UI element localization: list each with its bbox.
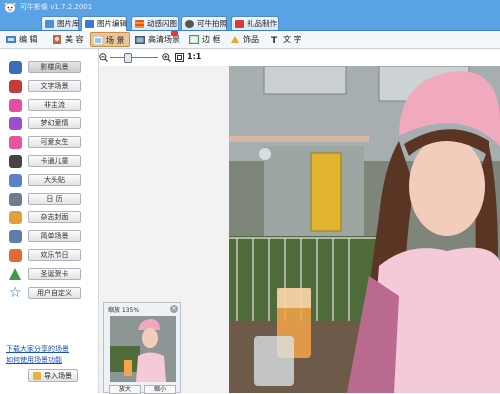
category-button[interactable]: 用户自定义: [28, 286, 81, 299]
category-item[interactable]: 影楼风景: [3, 59, 97, 77]
tool-text[interactable]: T 文 字: [268, 32, 308, 47]
christmas-tree-icon: [9, 267, 21, 280]
category-button[interactable]: 欢乐节日: [28, 249, 81, 261]
tab-label: 礼品制作: [247, 19, 277, 28]
category-button[interactable]: 圣诞贺卡: [28, 267, 81, 280]
hd-scene-icon: [135, 36, 145, 44]
simple-scene-icon: [9, 230, 22, 244]
actual-size-button[interactable]: 1:1: [187, 52, 201, 61]
tool-beauty[interactable]: 美 容: [50, 32, 88, 47]
category-button[interactable]: 杂志封面: [28, 211, 81, 224]
category-item[interactable]: 大头贴: [3, 172, 97, 190]
category-button[interactable]: 卡通儿童: [28, 155, 81, 167]
category-button[interactable]: 大头贴: [28, 173, 81, 186]
star-icon: ☆: [9, 284, 22, 301]
tool-frame[interactable]: 边 框: [187, 32, 225, 47]
app-title: 可牛影像 v1.7.2.2001: [20, 3, 93, 11]
fit-window-icon[interactable]: [175, 53, 184, 62]
main-tab-bar: 图片库 图片编辑 动感闪图 可牛拍照 礼品制作: [0, 14, 500, 31]
scene-icon: [93, 36, 103, 45]
zoom-bar: 1:1: [99, 49, 500, 66]
tab-label: 图片库: [57, 19, 80, 28]
edited-photo: [229, 66, 500, 393]
beauty-icon: [53, 35, 61, 44]
heart-icon: [9, 117, 22, 131]
category-button[interactable]: 影楼风景: [28, 61, 81, 73]
download-shared-scenes-link[interactable]: 下载大家分享的场景: [6, 344, 69, 354]
tab-flash-image[interactable]: 动感闪图: [131, 16, 179, 30]
tool-label: 美 容: [65, 35, 84, 44]
category-item[interactable]: 非主流: [3, 97, 97, 115]
category-item[interactable]: 文字场景: [3, 78, 97, 96]
category-item[interactable]: 杂志封面: [3, 209, 97, 227]
tab-gift[interactable]: 礼品制作: [231, 16, 279, 30]
category-button[interactable]: 非主流: [28, 98, 81, 111]
tool-edit[interactable]: 编 辑: [4, 32, 44, 47]
portrait-icon: [9, 61, 22, 74]
zoom-slider-handle[interactable]: [124, 53, 132, 63]
title-bar: 可牛影像 v1.7.2.2001: [0, 0, 500, 14]
category-item[interactable]: 欢乐节日: [3, 247, 97, 265]
import-scene-button[interactable]: 导入场景: [28, 369, 78, 382]
scene-help-link[interactable]: 如何使用场景功能: [6, 355, 62, 365]
category-item[interactable]: 卡通儿童: [3, 153, 97, 171]
photo-sticker-icon: [9, 173, 22, 187]
flash-image-icon: [135, 20, 144, 28]
tool-label: 文 字: [283, 35, 302, 44]
tab-image-edit[interactable]: 图片编辑: [81, 16, 127, 31]
tab-image-library[interactable]: 图片库: [41, 16, 80, 30]
camera-icon: [185, 20, 194, 28]
new-badge-icon: [171, 31, 178, 36]
tab-label: 图片编辑: [97, 19, 127, 28]
text-scene-icon: [9, 79, 22, 93]
gift-icon: [235, 20, 244, 28]
svg-text:T: T: [271, 36, 278, 44]
tool-hd-scene[interactable]: 高清场景: [133, 31, 185, 47]
category-button[interactable]: 梦幻爱情: [28, 117, 81, 130]
category-button[interactable]: 日 历: [28, 192, 81, 205]
edit-icon: [6, 36, 16, 43]
tool-label: 编 辑: [19, 35, 38, 44]
frame-icon: [189, 35, 199, 44]
image-library-icon: [45, 20, 54, 28]
scene-category-panel: 影楼风景文字场景非主流梦幻爱情可爱女生卡通儿童大头贴日 历杂志封面简单场景欢乐节…: [0, 49, 99, 393]
category-button[interactable]: 文字场景: [28, 79, 81, 92]
category-button[interactable]: 简单场景: [28, 230, 81, 243]
tool-label: 场 景: [106, 36, 125, 45]
cartoon-icon: [9, 155, 22, 168]
text-icon: T: [271, 36, 278, 44]
edit-toolbar: 编 辑 美 容 场 景 高清场景 边 框 饰品 T 文 字: [0, 31, 500, 49]
calendar-icon: [9, 192, 22, 206]
category-item[interactable]: 可爱女生: [3, 134, 97, 152]
category-item[interactable]: ☆ 用户自定义: [3, 285, 97, 303]
sparkle-icon: [9, 98, 22, 112]
tab-label: 可牛拍照: [197, 19, 227, 28]
girl-icon: [9, 136, 22, 150]
category-item[interactable]: 圣诞贺卡: [3, 266, 97, 284]
category-item[interactable]: 简单场景: [3, 228, 97, 246]
image-edit-icon: [85, 20, 94, 28]
app-logo-icon: [4, 2, 16, 13]
tool-scene[interactable]: 场 景: [90, 32, 130, 47]
zoom-out-icon[interactable]: [99, 53, 108, 62]
tab-label: 动感闪图: [147, 19, 177, 28]
festival-icon: [9, 249, 22, 262]
import-icon: [33, 372, 41, 380]
tool-accessory[interactable]: 饰品: [228, 32, 264, 47]
preview-zoom-label: 缩放 135%: [108, 307, 140, 314]
category-button[interactable]: 可爱女生: [28, 136, 81, 149]
category-item[interactable]: 梦幻爱情: [3, 115, 97, 133]
import-scene-label: 导入场景: [44, 372, 72, 380]
tool-label: 饰品: [243, 35, 259, 44]
zoom-in-icon[interactable]: [162, 53, 171, 62]
category-item[interactable]: 日 历: [3, 191, 97, 209]
tab-camera[interactable]: 可牛拍照: [181, 16, 227, 30]
tool-label: 边 框: [202, 35, 221, 44]
close-icon[interactable]: ×: [170, 305, 178, 313]
preview-thumbnail[interactable]: [110, 316, 176, 382]
zoom-slider-track[interactable]: [110, 57, 158, 58]
accessory-icon: [231, 36, 239, 43]
magazine-icon: [9, 211, 22, 225]
preview-panel: 缩放 135% × 放大 缩小: [103, 302, 181, 394]
